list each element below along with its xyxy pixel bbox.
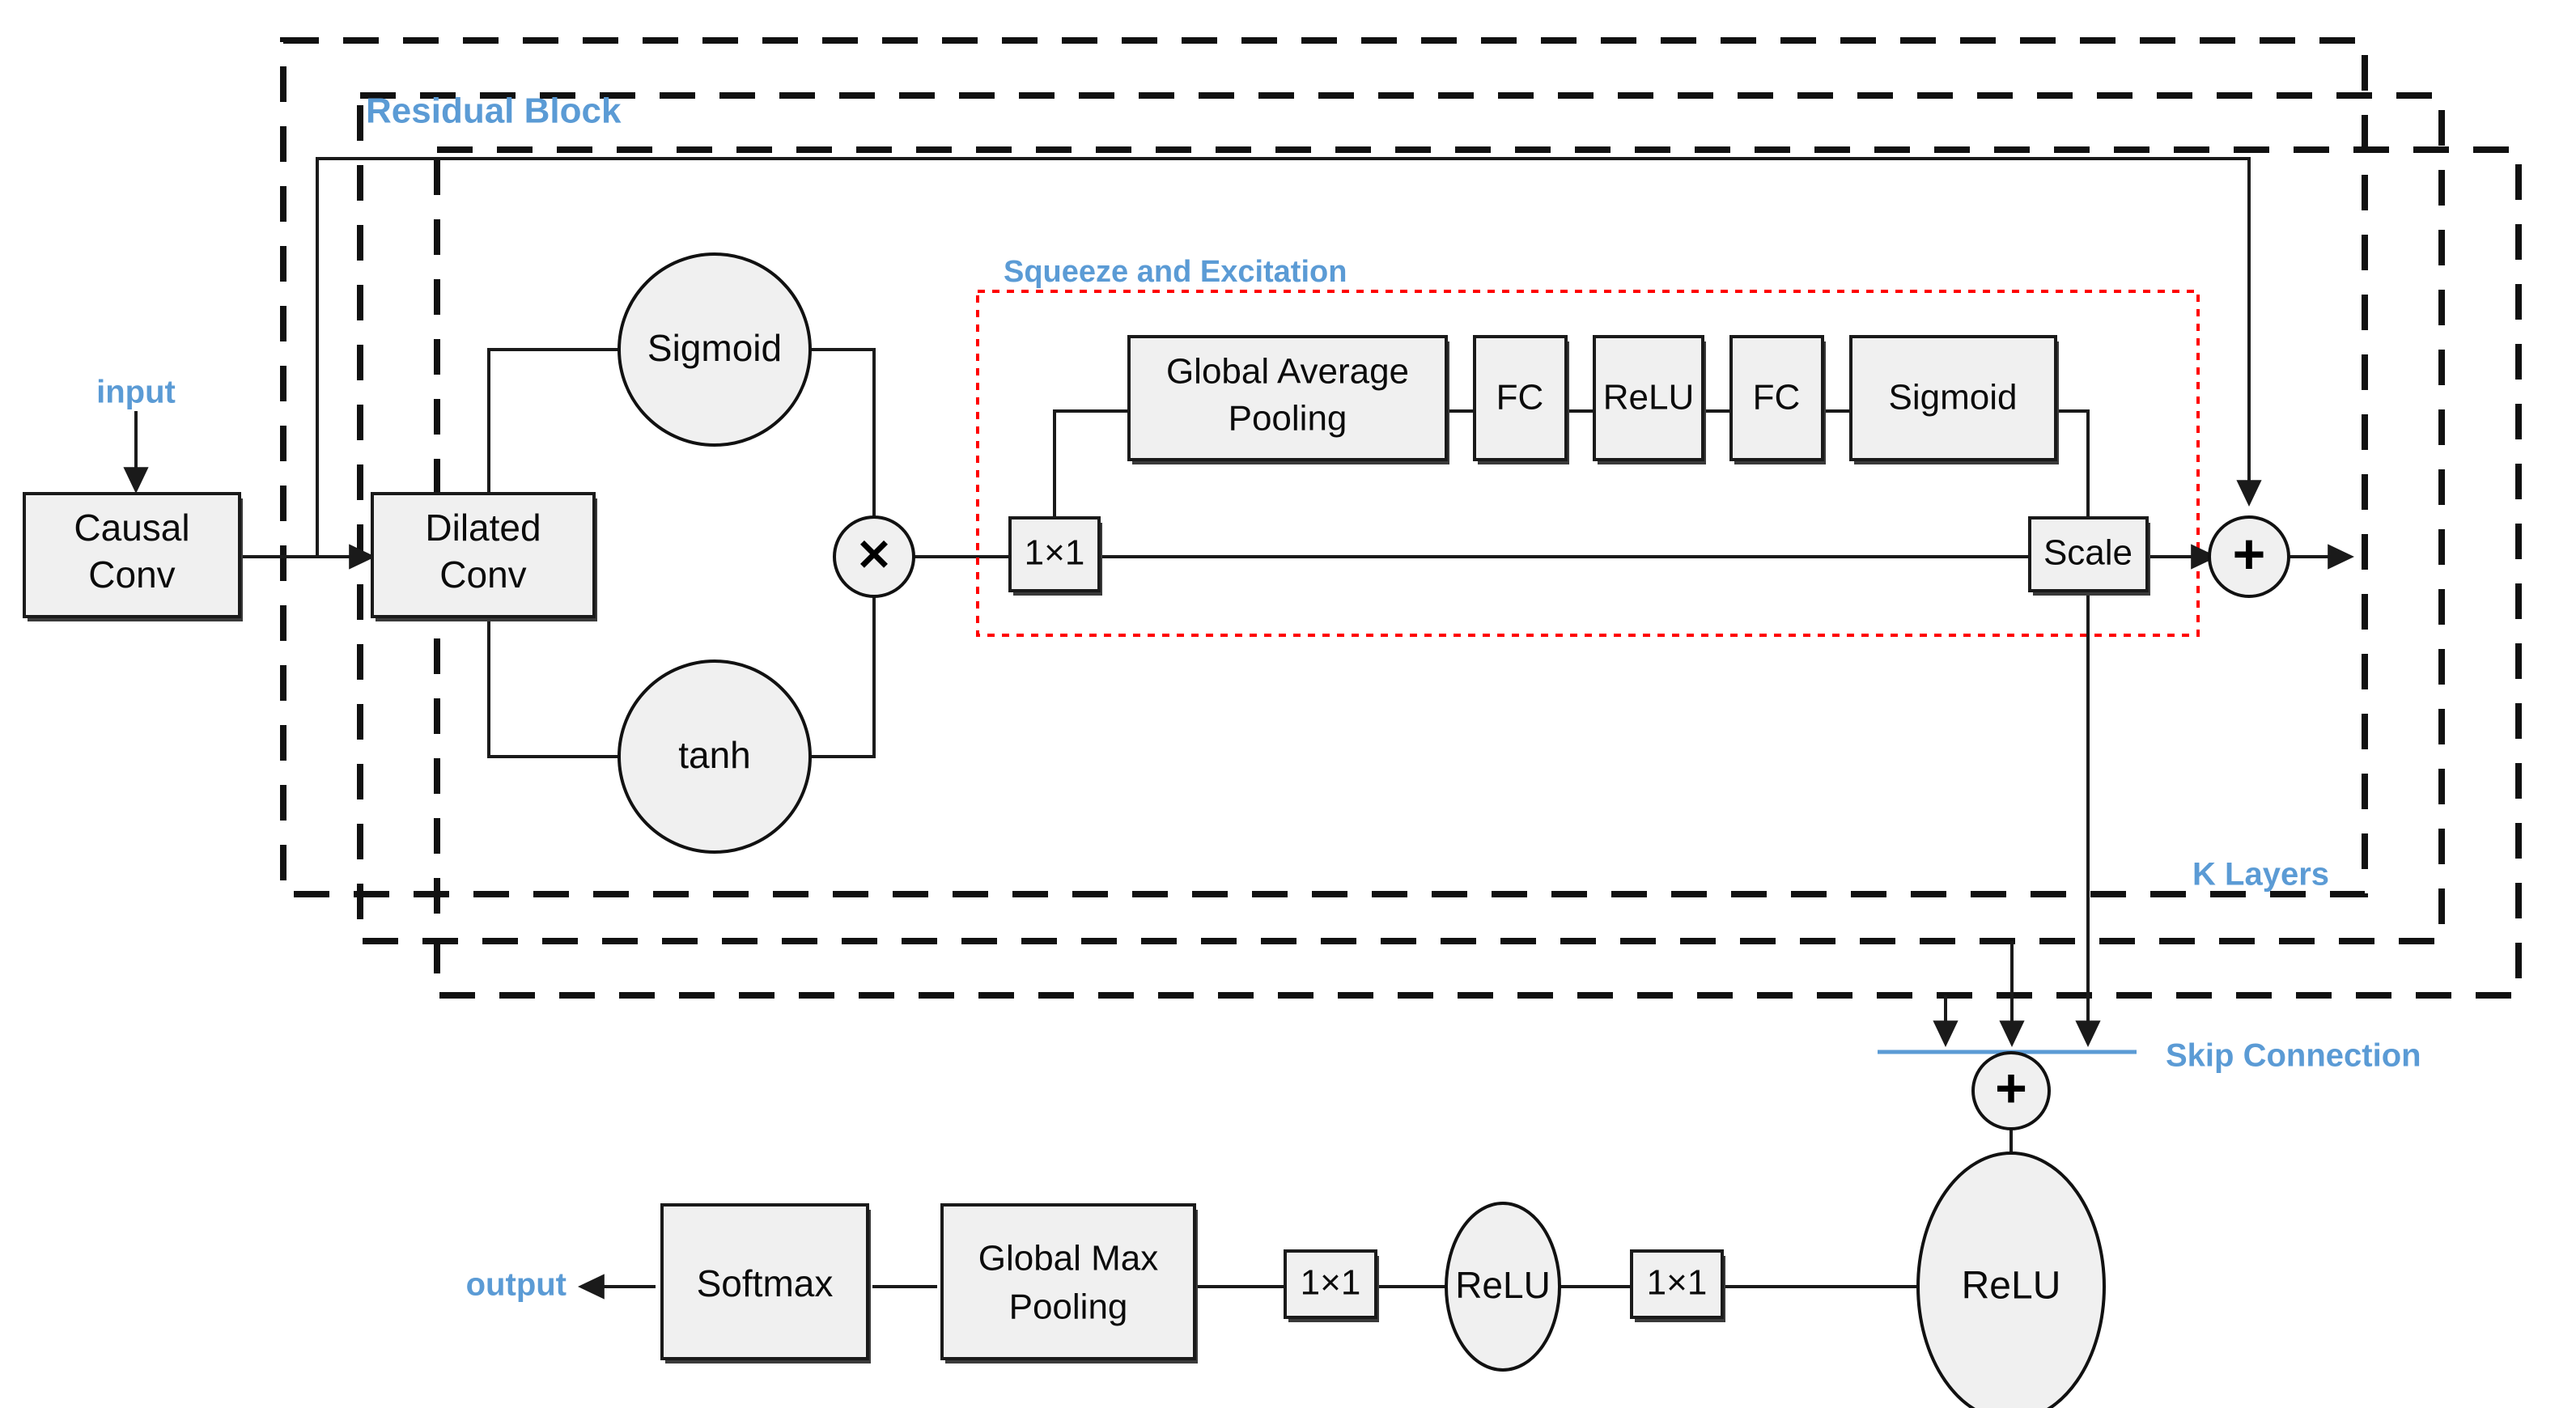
relu-tail-label: ReLU	[1962, 1265, 2061, 1308]
relu-se-label: ReLU	[1603, 378, 1695, 418]
fc1-label: FC	[1496, 378, 1544, 418]
softmax-label: Softmax	[697, 1262, 834, 1304]
output-annotation: output	[466, 1267, 567, 1303]
residual-block-dashed-box	[280, 37, 2368, 897]
tanh-gate-label: tanh	[678, 734, 751, 776]
residual-block-annotation: Residual Block	[366, 91, 622, 131]
conv1x1-gate-label: 1×1	[1025, 533, 1085, 573]
skip-connection-annotation: Skip Connection	[2166, 1038, 2421, 1074]
sigmoid-se-label: Sigmoid	[1889, 378, 2018, 418]
fc2-label: FC	[1753, 378, 1801, 418]
causal-conv-label-line1: Causal	[74, 507, 189, 549]
diagram-canvas: Causal Conv Dilated Conv Sigmoid tanh ✕ …	[23, 37, 2522, 1408]
multiply-glyph: ✕	[855, 531, 892, 579]
skip-add-glyph: +	[1995, 1058, 2027, 1119]
global-max-pooling-box	[940, 1203, 1196, 1360]
dilated-conv-label-line1: Dilated	[425, 507, 541, 549]
architecture-diagram: Causal Conv Dilated Conv Sigmoid tanh ✕ …	[0, 0, 2576, 1408]
gap-label-line1: Global Average	[1166, 352, 1409, 392]
conv1x1-head-a-label: 1×1	[1647, 1263, 1708, 1303]
sigmoid-gate-label: Sigmoid	[647, 327, 782, 369]
wire-sigmoid-se-down-to-scale	[2056, 409, 2090, 518]
squeeze-excitation-annotation: Squeeze and Excitation	[1004, 255, 1347, 289]
residual-add-glyph: +	[2233, 522, 2266, 585]
gap-label-line2: Pooling	[1229, 399, 1347, 439]
conv1x1-head-b-label: 1×1	[1301, 1263, 1361, 1303]
dilated-conv-label-line2: Conv	[439, 553, 526, 596]
gmp-label-line1: Global Max	[978, 1239, 1159, 1279]
scale-label: Scale	[2043, 533, 2133, 573]
gmp-label-line2: Pooling	[1009, 1287, 1128, 1327]
k-layers-annotation: K Layers	[2192, 857, 2329, 893]
causal-conv-label-line2: Conv	[88, 553, 175, 596]
wire-conv1x1-up-to-gap	[1053, 409, 1129, 534]
input-annotation: input	[96, 375, 176, 410]
relu-head-label: ReLU	[1455, 1264, 1551, 1306]
